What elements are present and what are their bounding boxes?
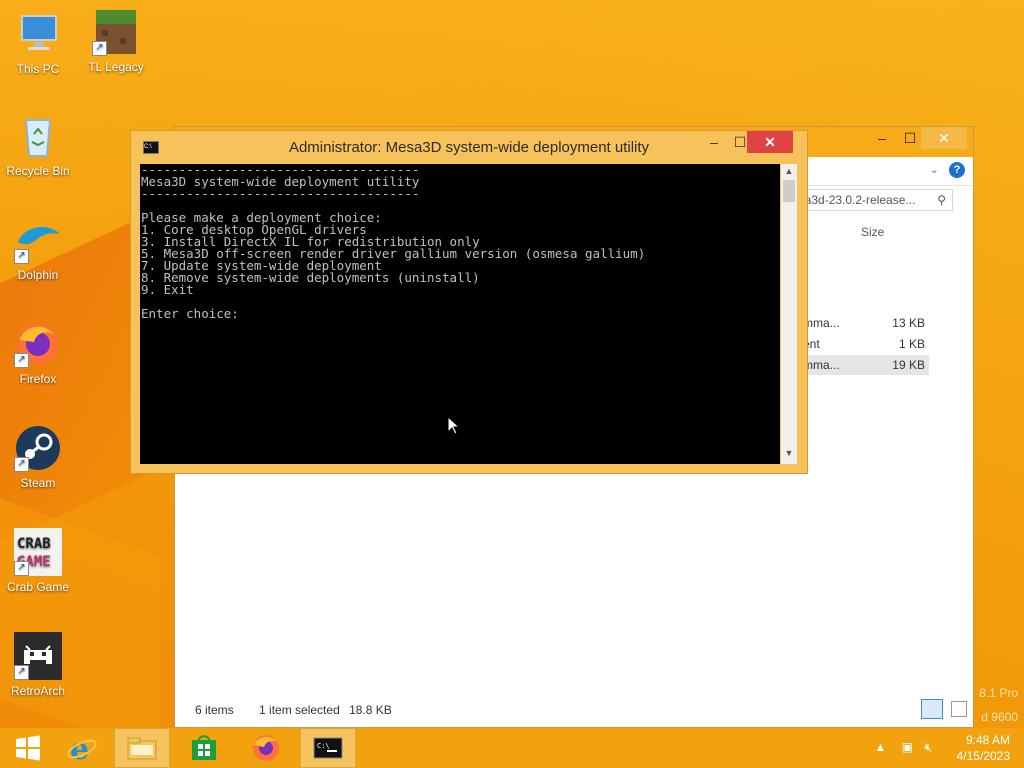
search-box[interactable]: esa3d-23.0.2-release... ⚲	[785, 189, 953, 211]
computer-icon	[14, 10, 62, 58]
svg-text:C:\: C:\	[317, 742, 330, 750]
taskbar-store[interactable]	[176, 728, 232, 768]
vertical-scrollbar[interactable]: ▲ ▼	[781, 164, 797, 464]
desktop-icon-label: Recycle Bin	[6, 164, 70, 178]
clock-date: 4/15/2023	[956, 749, 1010, 763]
chevron-down-icon[interactable]: ⌄	[930, 163, 939, 176]
desktop-icon-recycle-bin[interactable]: Recycle Bin	[0, 112, 76, 178]
firefox-icon: ↗	[14, 320, 62, 368]
network-icon[interactable]: ▣	[902, 740, 913, 754]
status-item-count: 6 items	[195, 703, 234, 717]
start-button[interactable]	[0, 728, 56, 768]
desktop-icon-retroarch[interactable]: ↗ RetroArch	[0, 632, 76, 698]
scroll-up-icon[interactable]: ▲	[781, 166, 797, 180]
svg-text:CRAB: CRAB	[17, 536, 51, 552]
console-line: 8. Remove system-wide deployments (unins…	[141, 270, 480, 285]
minimize-button[interactable]: –	[701, 131, 727, 153]
desktop-icon-firefox[interactable]: ↗ Firefox	[0, 320, 76, 386]
store-icon	[192, 735, 216, 760]
shortcut-arrow-icon: ↗	[14, 353, 29, 368]
taskbar-firefox[interactable]	[238, 728, 294, 768]
file-row[interactable]: ent 1 KB	[803, 334, 929, 354]
retroarch-icon: ↗	[14, 632, 62, 680]
shortcut-arrow-icon: ↗	[14, 665, 29, 680]
details-view-icon[interactable]	[921, 699, 943, 719]
scrollbar-thumb[interactable]	[783, 180, 795, 202]
status-size: 18.8 KB	[349, 703, 392, 717]
watermark-line: 8.1 Pro	[979, 686, 1018, 700]
close-button[interactable]: ✕	[747, 131, 793, 153]
minecraft-block-icon: ↗	[92, 8, 140, 56]
internet-explorer-icon: e	[67, 732, 97, 764]
file-row[interactable]: mma... 13 KB	[803, 313, 929, 333]
folder-icon	[127, 737, 157, 760]
desktop-icon-this-pc[interactable]: This PC	[0, 10, 76, 76]
windows-logo-icon	[16, 735, 40, 761]
taskbar-command-prompt[interactable]: C:\	[300, 728, 356, 768]
file-size: 13 KB	[892, 316, 925, 330]
status-selected: 1 item selected	[259, 703, 340, 717]
file-row-selected[interactable]: mma... 19 KB	[803, 355, 929, 375]
mouse-cursor-icon	[448, 417, 460, 435]
large-icons-view-icon[interactable]	[951, 701, 967, 717]
console-line: 9. Exit	[141, 282, 194, 297]
desktop-icon-label: Steam	[20, 476, 56, 490]
desktop-icon-label: This PC	[16, 62, 60, 76]
desktop-icon-crab-game[interactable]: CRAB GAME ↗ Crab Game	[0, 528, 76, 594]
system-tray: ▲ ▣ 🔇︎	[875, 740, 932, 755]
file-size: 19 KB	[892, 358, 925, 372]
file-size: 1 KB	[898, 337, 925, 351]
search-icon[interactable]: ⚲	[937, 190, 946, 210]
clock-time: 9:48 AM	[965, 733, 1010, 747]
scroll-down-icon[interactable]: ▼	[781, 448, 797, 462]
console-window[interactable]: C:\ Administrator: Mesa3D system-wide de…	[130, 130, 808, 474]
taskbar-file-explorer[interactable]	[114, 728, 170, 768]
crab-game-icon: CRAB GAME ↗	[14, 528, 62, 576]
clock[interactable]: 9:48 AM 4/15/2023	[957, 733, 1010, 763]
column-header-size[interactable]: Size	[861, 225, 884, 239]
desktop-icon-label: Dolphin	[17, 268, 59, 282]
status-bar: 6 items 1 item selected 18.8 KB	[195, 703, 414, 717]
taskbar: e C:\ ▲ ▣ 🔇︎ 9:48 AM 4/15/2023	[0, 728, 1024, 768]
shortcut-arrow-icon: ↗	[92, 41, 107, 56]
watermark-line: d 9600	[981, 710, 1018, 724]
volume-muted-icon[interactable]: 🔇︎	[924, 740, 932, 754]
dolphin-icon: ↗	[14, 216, 62, 264]
steam-icon: ↗	[14, 424, 62, 472]
help-icon[interactable]: ?	[949, 162, 965, 178]
desktop-icon-dolphin[interactable]: ↗ Dolphin	[0, 216, 76, 282]
shortcut-arrow-icon: ↗	[14, 457, 29, 472]
desktop-icon-tl-legacy[interactable]: ↗ TL Legacy	[78, 8, 154, 74]
taskbar-internet-explorer[interactable]: e	[54, 728, 110, 768]
file-name: mma...	[803, 358, 840, 372]
console-titlebar[interactable]: C:\ Administrator: Mesa3D system-wide de…	[131, 131, 807, 163]
close-button[interactable]: ✕	[921, 127, 967, 149]
desktop-icon-label: TL Legacy	[88, 60, 144, 74]
shortcut-arrow-icon: ↗	[14, 249, 29, 264]
recycle-bin-icon	[14, 112, 62, 160]
show-hidden-icons-icon[interactable]: ▲	[875, 740, 887, 754]
desktop-icon-label: Firefox	[19, 372, 57, 386]
firefox-icon	[253, 735, 279, 761]
console-line: -------------------------------------	[141, 186, 420, 201]
desktop-icon-label: RetroArch	[10, 684, 66, 698]
shortcut-arrow-icon: ↗	[14, 561, 29, 576]
console-prompt[interactable]: Enter choice:	[140, 307, 780, 320]
desktop-icon-steam[interactable]: ↗ Steam	[0, 424, 76, 490]
file-name: mma...	[803, 316, 840, 330]
desktop-icon-label: Crab Game	[6, 580, 70, 594]
search-box-text: esa3d-23.0.2-release...	[792, 193, 916, 207]
console-output[interactable]: ------------------------------------- Mes…	[140, 164, 780, 464]
command-prompt-icon: C:\	[313, 737, 343, 759]
